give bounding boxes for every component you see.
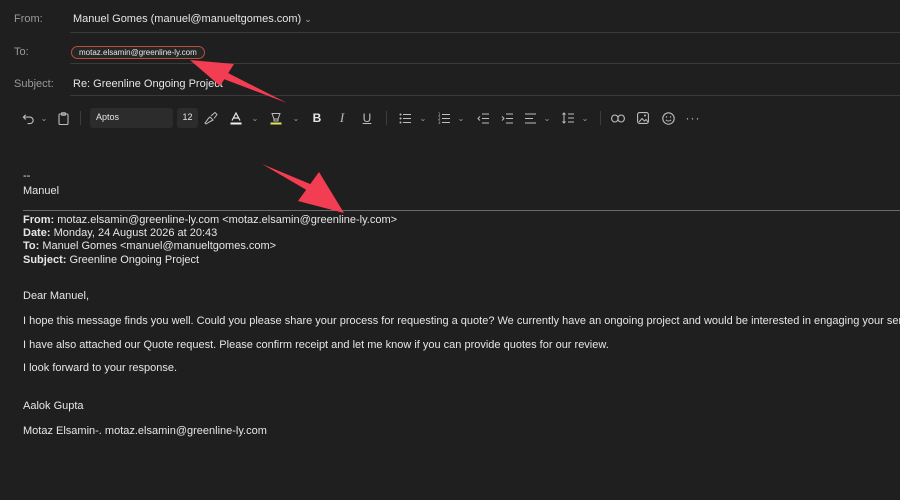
chevron-down-icon: ⌄ xyxy=(304,13,312,24)
quoted-to-value: Manuel Gomes <manuel@manueltgomes.com> xyxy=(39,240,277,252)
quoted-sender-name: Aalok Gupta xyxy=(23,400,84,412)
from-account-value: Manuel Gomes (manuel@manueltgomes.com) xyxy=(73,13,302,25)
from-divider xyxy=(70,32,900,33)
subject-row: Subject: Re: Greenline Ongoing Project xyxy=(0,73,900,95)
bullets-icon[interactable] xyxy=(397,106,413,130)
toolbar-divider xyxy=(386,111,387,125)
link-icon[interactable] xyxy=(610,106,626,130)
to-recipient-chip[interactable]: motaz.elsamin@greenline-ly.com xyxy=(71,45,205,59)
signature-dashes: -- xyxy=(23,170,31,182)
clipboard-icon[interactable] xyxy=(56,106,70,130)
bullets-chevron-down-icon[interactable]: ⌄ xyxy=(417,106,429,130)
font-name-field[interactable]: Aptos xyxy=(90,108,173,128)
highlight-chevron-down-icon[interactable]: ⌄ xyxy=(290,106,302,130)
italic-icon[interactable]: I xyxy=(335,106,349,130)
image-icon[interactable] xyxy=(635,106,651,130)
undo-chevron-down-icon[interactable]: ⌄ xyxy=(38,106,50,130)
underline-icon[interactable]: U xyxy=(360,106,374,130)
more-icon[interactable]: ··· xyxy=(685,106,701,130)
bold-icon[interactable]: B xyxy=(310,106,324,130)
font-color-chevron-down-icon[interactable]: ⌄ xyxy=(249,106,261,130)
toolbar-divider xyxy=(80,111,81,125)
to-label: To: xyxy=(14,46,29,58)
quoted-paragraph-3: I look forward to your response. xyxy=(23,362,178,374)
numbering-chevron-down-icon[interactable]: ⌄ xyxy=(455,106,467,130)
quoted-date-value: Monday, 24 August 2026 at 20:43 xyxy=(50,227,218,239)
quoted-subject-value: Greenline Ongoing Project xyxy=(66,254,200,266)
quoted-message-divider xyxy=(23,210,900,211)
align-icon[interactable] xyxy=(522,106,538,130)
format-painter-icon[interactable] xyxy=(203,106,219,130)
align-chevron-down-icon[interactable]: ⌄ xyxy=(541,106,553,130)
highlight-icon[interactable] xyxy=(268,106,284,130)
to-divider xyxy=(70,63,900,64)
subject-label: Subject: xyxy=(14,78,54,90)
decrease-indent-icon[interactable] xyxy=(475,106,491,130)
from-label: From: xyxy=(14,13,43,25)
numbering-icon[interactable]: 123 xyxy=(436,106,452,130)
quoted-greeting: Dear Manuel, xyxy=(23,290,90,302)
subject-input[interactable]: Re: Greenline Ongoing Project xyxy=(73,78,223,90)
quoted-subject-line: Subject: Greenline Ongoing Project xyxy=(23,254,199,266)
to-row: To: motaz.elsamin@greenline-ly.com xyxy=(0,41,900,63)
quoted-sender-contact: Motaz Elsamin-. motaz.elsamin@greenline-… xyxy=(23,425,267,437)
quoted-from-value: motaz.elsamin@greenline-ly.com <motaz.el… xyxy=(54,214,398,226)
font-size-field[interactable]: 12 xyxy=(177,108,198,128)
quoted-from-line: From: motaz.elsamin@greenline-ly.com <mo… xyxy=(23,214,397,226)
line-spacing-icon[interactable] xyxy=(560,106,576,130)
annotation-arrow-quoted-from xyxy=(262,164,344,213)
quoted-subject-label: Subject: xyxy=(23,254,67,266)
font-color-icon[interactable] xyxy=(228,106,244,130)
quoted-from-label: From: xyxy=(23,214,55,226)
svg-text:3: 3 xyxy=(438,120,441,124)
quoted-paragraph-1: I hope this message finds you well. Coul… xyxy=(23,315,900,327)
undo-icon[interactable] xyxy=(20,106,36,130)
toolbar-divider xyxy=(600,111,601,125)
formatting-toolbar: ⌄ Aptos 12 ⌄ ⌄ B I U ⌄ 123 ⌄ ⌄ ⌄ ··· xyxy=(0,106,900,130)
quoted-to-label: To: xyxy=(23,240,40,252)
increase-indent-icon[interactable] xyxy=(499,106,515,130)
quoted-date-label: Date: xyxy=(23,227,51,239)
line-spacing-chevron-down-icon[interactable]: ⌄ xyxy=(579,106,591,130)
quoted-to-line: To: Manuel Gomes <manuel@manueltgomes.co… xyxy=(23,240,276,252)
from-row: From: Manuel Gomes (manuel@manueltgomes.… xyxy=(0,8,900,30)
emoji-icon[interactable] xyxy=(660,106,676,130)
quoted-date-line: Date: Monday, 24 August 2026 at 20:43 xyxy=(23,227,217,239)
from-account-selector[interactable]: Manuel Gomes (manuel@manueltgomes.com) ⌄ xyxy=(73,13,312,25)
quoted-paragraph-2: I have also attached our Quote request. … xyxy=(23,339,609,351)
subject-divider xyxy=(70,95,900,96)
signature-name: Manuel xyxy=(23,185,60,197)
